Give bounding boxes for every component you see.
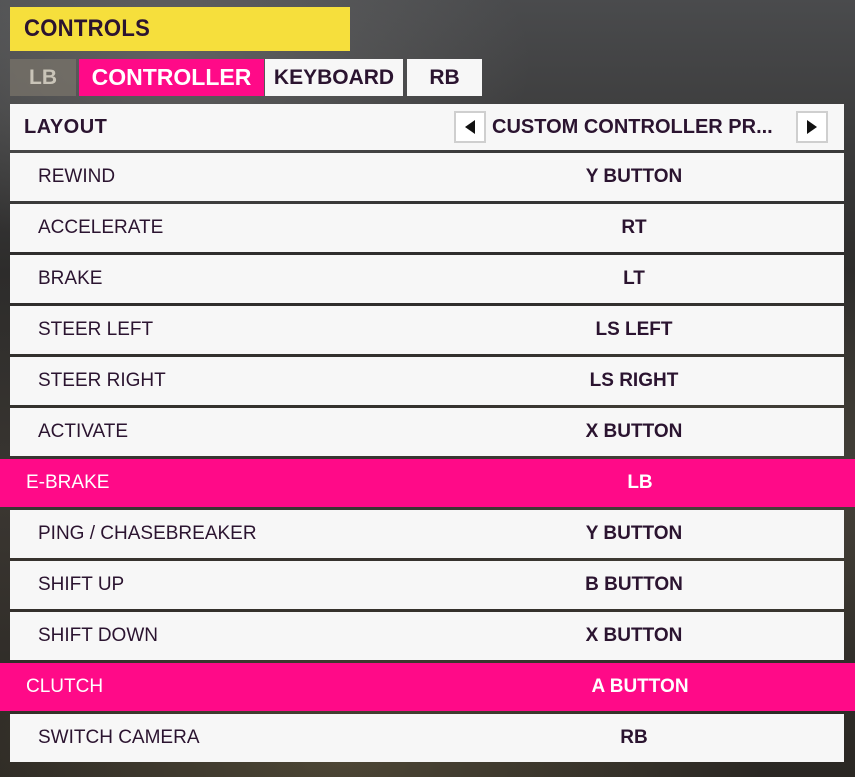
layout-label: LAYOUT — [24, 115, 108, 138]
binding-value: X BUTTON — [585, 421, 683, 442]
action-label: STEER RIGHT — [38, 370, 166, 391]
binding-row-shift-up[interactable]: SHIFT UP B BUTTON — [10, 561, 844, 609]
binding-row-switch-camera[interactable]: SWITCH CAMERA RB — [10, 714, 844, 762]
binding-row-activate[interactable]: ACTIVATE X BUTTON — [10, 408, 844, 456]
binding-row-shift-down[interactable]: SHIFT DOWN X BUTTON — [10, 612, 844, 660]
binding-row-clutch[interactable]: CLUTCH A BUTTON — [0, 663, 855, 711]
binding-row-ping-chasebreaker[interactable]: PING / CHASEBREAKER Y BUTTON — [10, 510, 844, 558]
binding-value: Y BUTTON — [585, 166, 683, 187]
binding-list: REWIND Y BUTTON ACCELERATE RT BRAKE LT S… — [0, 153, 855, 765]
action-label: E-BRAKE — [26, 472, 110, 493]
triangle-left-icon[interactable] — [454, 111, 486, 143]
action-label: STEER LEFT — [38, 319, 154, 340]
binding-row-accelerate[interactable]: ACCELERATE RT — [10, 204, 844, 252]
binding-value: A BUTTON — [591, 676, 689, 697]
layout-value: CUSTOM CONTROLLER PR... — [492, 115, 773, 138]
binding-value: Y BUTTON — [585, 523, 683, 544]
action-label: REWIND — [38, 166, 116, 187]
action-label: PING / CHASEBREAKER — [38, 523, 257, 544]
binding-row-steer-left[interactable]: STEER LEFT LS LEFT — [10, 306, 844, 354]
binding-row-steer-right[interactable]: STEER RIGHT LS RIGHT — [10, 357, 844, 405]
binding-value: X BUTTON — [585, 625, 683, 646]
action-label: SHIFT DOWN — [38, 625, 158, 646]
binding-value: LT — [623, 268, 645, 289]
tab-controller[interactable]: CONTROLLER — [79, 59, 264, 96]
triangle-right-icon[interactable] — [796, 111, 828, 143]
binding-value: LS LEFT — [595, 319, 673, 340]
tab-prev-lb[interactable]: LB — [10, 59, 76, 96]
binding-row-e-brake[interactable]: E-BRAKE LB — [0, 459, 855, 507]
tab-keyboard[interactable]: KEYBOARD — [265, 59, 403, 96]
binding-value: B BUTTON — [585, 574, 683, 595]
binding-value: RB — [620, 727, 648, 748]
page-title: CONTROLS — [24, 15, 151, 42]
binding-value: LB — [627, 472, 653, 493]
action-label: ACTIVATE — [38, 421, 129, 442]
binding-value: LS RIGHT — [589, 370, 679, 391]
binding-value: RT — [621, 217, 647, 238]
binding-row-rewind[interactable]: REWIND Y BUTTON — [10, 153, 844, 201]
tab-next-rb[interactable]: RB — [407, 59, 482, 96]
action-label: ACCELERATE — [38, 217, 164, 238]
layout-selector-row[interactable]: LAYOUT CUSTOM CONTROLLER PR... — [10, 104, 844, 150]
action-label: SWITCH CAMERA — [38, 727, 200, 748]
binding-row-brake[interactable]: BRAKE LT — [10, 255, 844, 303]
action-label: SHIFT UP — [38, 574, 125, 595]
tab-bar: LB CONTROLLER KEYBOARD RB — [10, 59, 486, 96]
page-title-banner: CONTROLS — [10, 7, 350, 51]
action-label: CLUTCH — [26, 676, 104, 697]
action-label: BRAKE — [38, 268, 103, 289]
